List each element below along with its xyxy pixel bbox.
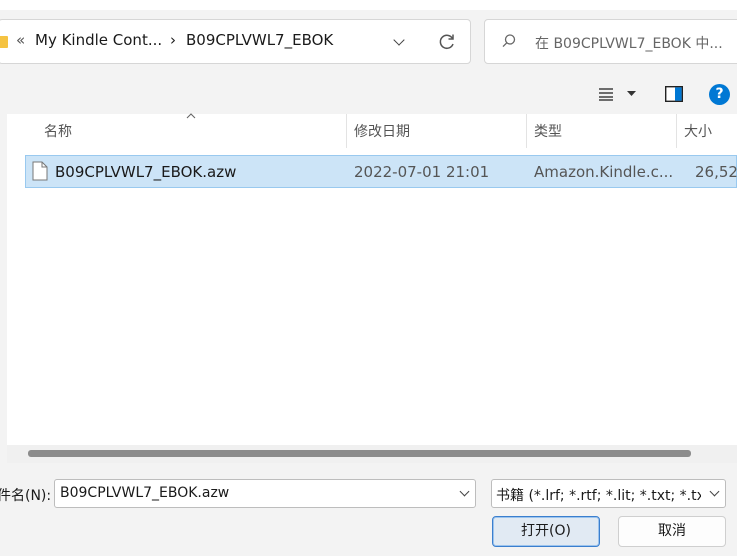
help-glyph: ? <box>715 86 724 102</box>
filename-input[interactable]: B09CPLVWL7_EBOK.azw <box>60 485 229 501</box>
filetype-select[interactable]: 书籍 (*.lrf; *.rtf; *.lit; *.txt; *.tx <box>491 479 726 508</box>
file-open-dialog: « My Kindle Cont... › B09CPLVWL7_EBOK 在 … <box>0 0 737 556</box>
column-header-date[interactable]: 修改日期 <box>354 121 410 141</box>
file-type: Amazon.Kindle.c... <box>534 163 674 181</box>
cancel-button[interactable]: 取消 <box>618 516 726 547</box>
view-dropdown-icon[interactable] <box>627 91 636 97</box>
column-header-type[interactable]: 类型 <box>534 121 562 141</box>
column-divider[interactable] <box>526 114 527 148</box>
search-input[interactable]: 在 B09CPLVWL7_EBOK 中... <box>535 33 723 53</box>
help-icon[interactable]: ? <box>709 84 730 105</box>
file-name: B09CPLVWL7_EBOK.azw <box>55 163 237 181</box>
filetype-dropdown-icon[interactable] <box>709 486 720 497</box>
column-header-size[interactable]: 大小 <box>684 121 712 141</box>
filename-label: 件名(N): <box>0 488 52 504</box>
breadcrumb-separator: › <box>170 31 176 49</box>
filename-dropdown-icon[interactable] <box>459 486 470 497</box>
column-divider[interactable] <box>346 114 347 148</box>
breadcrumb-current-folder[interactable]: B09CPLVWL7_EBOK <box>186 31 333 49</box>
preview-pane-icon[interactable] <box>665 86 683 102</box>
refresh-icon[interactable] <box>437 32 457 52</box>
folder-icon <box>0 36 8 48</box>
top-strip <box>0 0 737 10</box>
file-date: 2022-07-01 21:01 <box>354 163 490 181</box>
column-divider[interactable] <box>676 114 677 148</box>
column-header-name[interactable]: 名称 <box>44 121 72 141</box>
breadcrumb-my-kindle[interactable]: My Kindle Cont... <box>35 31 162 49</box>
open-button[interactable]: 打开(O) <box>492 516 600 547</box>
sort-ascending-icon <box>186 113 196 119</box>
view-menu-icon[interactable] <box>598 87 614 101</box>
scrollbar-thumb[interactable] <box>28 450 691 457</box>
address-overflow-icon[interactable]: « <box>16 31 25 49</box>
file-size: 26,52 <box>695 163 737 181</box>
search-icon <box>502 34 516 48</box>
filename-field[interactable]: B09CPLVWL7_EBOK.azw <box>54 479 476 508</box>
document-icon <box>32 161 48 181</box>
filetype-value: 书籍 (*.lrf; *.rtf; *.lit; *.txt; *.tx <box>496 488 701 504</box>
